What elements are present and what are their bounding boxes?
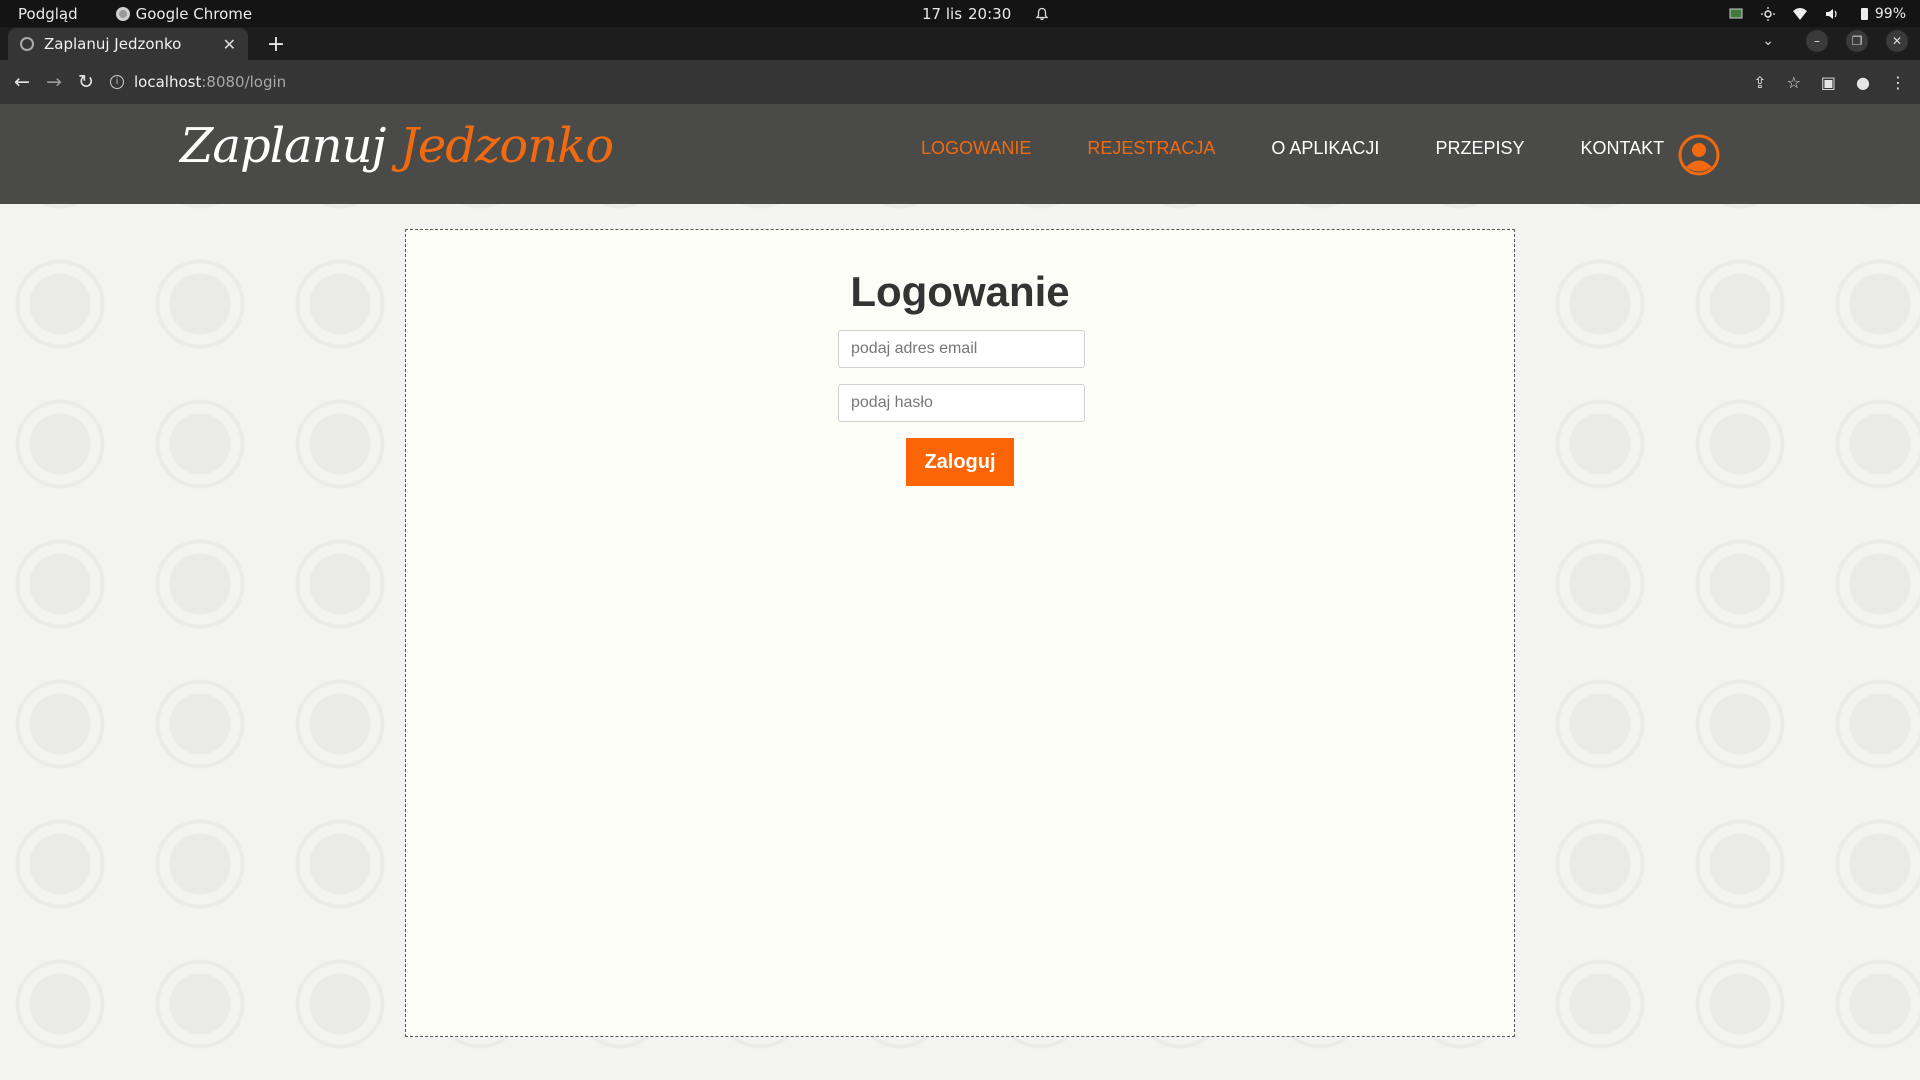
globe-icon <box>20 37 34 51</box>
close-window-icon[interactable]: ✕ <box>1886 30 1908 52</box>
nav-przepisy[interactable]: PRZEPISY <box>1435 138 1524 159</box>
chrome-icon <box>115 6 130 21</box>
site-info-icon[interactable]: i <box>110 75 124 89</box>
email-field[interactable] <box>838 330 1085 368</box>
os-time: 20:30 <box>968 4 1012 23</box>
os-top-bar: Podgląd Google Chrome 17 lis 20:30 99% <box>0 0 1920 27</box>
os-date: 17 lis <box>922 4 963 23</box>
bell-icon <box>1035 7 1049 20</box>
battery-icon <box>1860 7 1868 20</box>
restore-icon[interactable]: ❐ <box>1846 30 1868 52</box>
site-logo[interactable]: Zaplanuj Jedzonko <box>180 118 614 174</box>
logo-part-1: Zaplanuj <box>180 118 386 174</box>
page-viewport: Zaplanuj Jedzonko LOGOWANIE REJESTRACJA … <box>0 104 1920 1080</box>
os-clock[interactable]: 17 lis 20:30 <box>922 0 1049 27</box>
nav-logowanie[interactable]: LOGOWANIE <box>921 138 1031 159</box>
volume-icon[interactable] <box>1825 7 1839 21</box>
battery-percent: 99% <box>1874 5 1906 22</box>
url-path: :8080/login <box>201 73 287 91</box>
close-tab-icon[interactable]: ✕ <box>223 35 236 54</box>
site-header: Zaplanuj Jedzonko LOGOWANIE REJESTRACJA … <box>0 104 1920 204</box>
password-field[interactable] <box>838 384 1085 422</box>
forward-arrow-icon[interactable]: → <box>38 71 70 93</box>
page-title: Logowanie <box>850 268 1070 315</box>
logo-part-2: Jedzonko <box>399 118 614 174</box>
bookmark-star-icon[interactable]: ☆ <box>1787 73 1801 92</box>
os-active-app-label: Google Chrome <box>135 4 253 23</box>
screen-share-icon[interactable] <box>1729 7 1743 21</box>
share-icon[interactable]: ⇪ <box>1753 73 1766 92</box>
nav-kontakt[interactable]: KONTAKT <box>1580 138 1664 159</box>
os-app-menu[interactable]: Podgląd <box>18 5 78 23</box>
nav-rejestracja[interactable]: REJESTRACJA <box>1087 138 1215 159</box>
brightness-icon[interactable] <box>1760 6 1775 21</box>
site-nav: LOGOWANIE REJESTRACJA O APLIKACJI PRZEPI… <box>921 138 1664 159</box>
address-bar[interactable]: i localhost:8080/login <box>110 66 1760 98</box>
login-panel: Logowanie Zaloguj <box>405 229 1515 1037</box>
back-arrow-icon[interactable]: ← <box>6 71 38 93</box>
user-account-icon[interactable] <box>1675 134 1723 176</box>
tab-title: Zaplanuj Jedzonko <box>44 35 182 53</box>
url-host: localhost <box>134 73 202 91</box>
wifi-icon[interactable] <box>1792 7 1807 21</box>
browser-tab[interactable]: Zaplanuj Jedzonko ✕ <box>8 28 248 60</box>
side-panel-icon[interactable]: ▣ <box>1821 73 1836 92</box>
minimize-icon[interactable]: – <box>1806 30 1828 52</box>
new-tab-button[interactable]: + <box>262 30 290 58</box>
nav-o-aplikacji[interactable]: O APLIKACJI <box>1271 138 1379 159</box>
reload-icon[interactable]: ↻ <box>70 71 102 93</box>
browser-tab-strip: Zaplanuj Jedzonko ✕ + ⌄ – ❐ ✕ <box>0 27 1920 60</box>
browser-toolbar: ← → ↻ i localhost:8080/login ⇪ ☆ ▣ ● ⋮ <box>0 60 1920 104</box>
menu-kebab-icon[interactable]: ⋮ <box>1890 73 1906 92</box>
os-active-app[interactable]: Google Chrome <box>115 4 253 23</box>
profile-icon[interactable]: ● <box>1856 73 1870 92</box>
battery-indicator[interactable]: 99% <box>1857 6 1906 22</box>
tab-search-chevron-icon[interactable]: ⌄ <box>1762 33 1774 49</box>
login-button[interactable]: Zaloguj <box>906 438 1014 486</box>
